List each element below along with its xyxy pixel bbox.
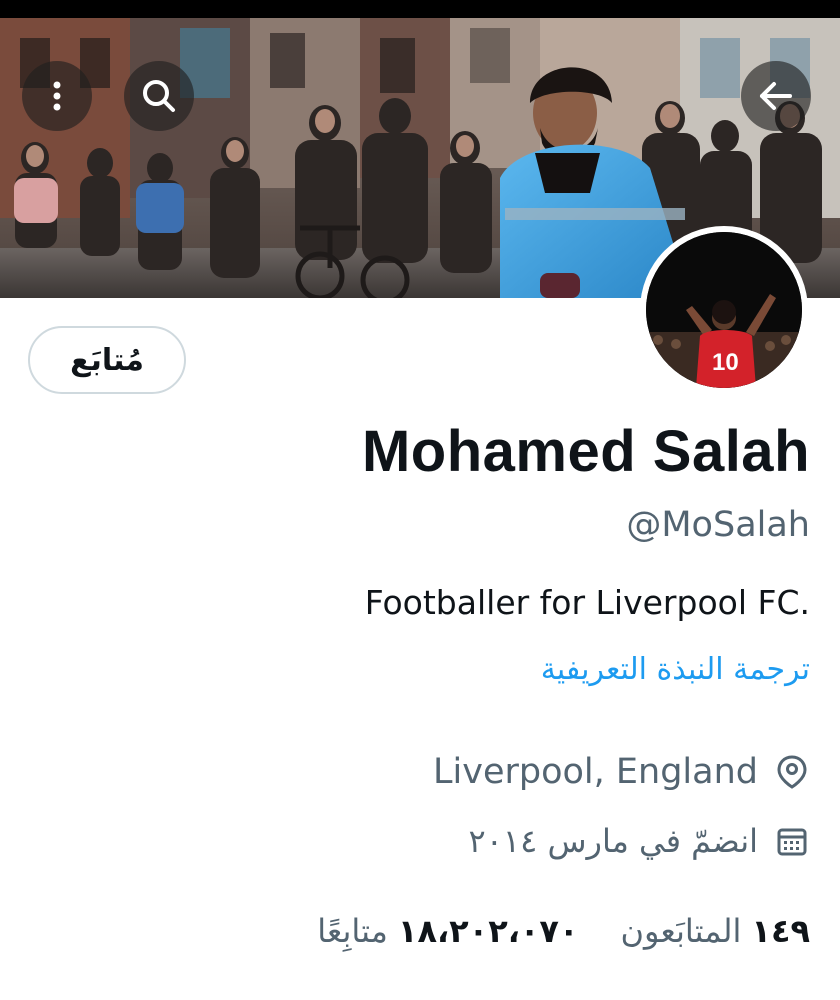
avatar-photo: 10 <box>646 232 802 388</box>
more-vertical-icon <box>53 81 61 111</box>
back-button[interactable] <box>741 61 811 131</box>
joined-date-text: انضمّ في مارس ٢٠١٤ <box>468 822 758 860</box>
more-options-button[interactable] <box>22 61 92 131</box>
following-label: المتابَعون <box>620 912 742 950</box>
profile-page: 10 مُتابَع Mohamed Salah @MoSalah Footba… <box>0 0 840 1000</box>
translate-bio-link[interactable]: ترجمة النبذة التعريفية <box>541 652 810 687</box>
location-text: Liverpool, England <box>433 752 758 792</box>
bio-text: Footballer for Liverpool FC. <box>364 583 810 622</box>
search-icon <box>143 80 175 112</box>
display-name: Mohamed Salah <box>361 419 810 484</box>
svg-text:10: 10 <box>712 349 739 376</box>
location-pin-icon <box>774 754 810 790</box>
joined-row: انضمّ في مارس ٢٠١٤ <box>469 822 810 860</box>
status-bar <box>0 0 840 18</box>
profile-avatar[interactable]: 10 <box>640 226 808 394</box>
follow-stats: ١٤٩ المتابَعون ١٨،٢٠٢،٠٧٠ متابِعًا <box>317 912 810 950</box>
followers-label: متابِعًا <box>317 912 388 950</box>
arrow-back-icon <box>760 82 792 110</box>
username-handle: @MoSalah <box>626 505 810 545</box>
followers-count: ١٨،٢٠٢،٠٧٠ <box>397 912 579 950</box>
search-button[interactable] <box>124 61 194 131</box>
calendar-icon <box>774 823 810 859</box>
following-stat-link[interactable]: ١٤٩ المتابَعون <box>620 912 810 950</box>
following-count: ١٤٩ <box>751 912 810 950</box>
following-button[interactable]: مُتابَع <box>28 326 186 394</box>
location-row: Liverpool, England <box>433 752 810 792</box>
followers-stat-link[interactable]: ١٨،٢٠٢،٠٧٠ متابِعًا <box>317 912 578 950</box>
